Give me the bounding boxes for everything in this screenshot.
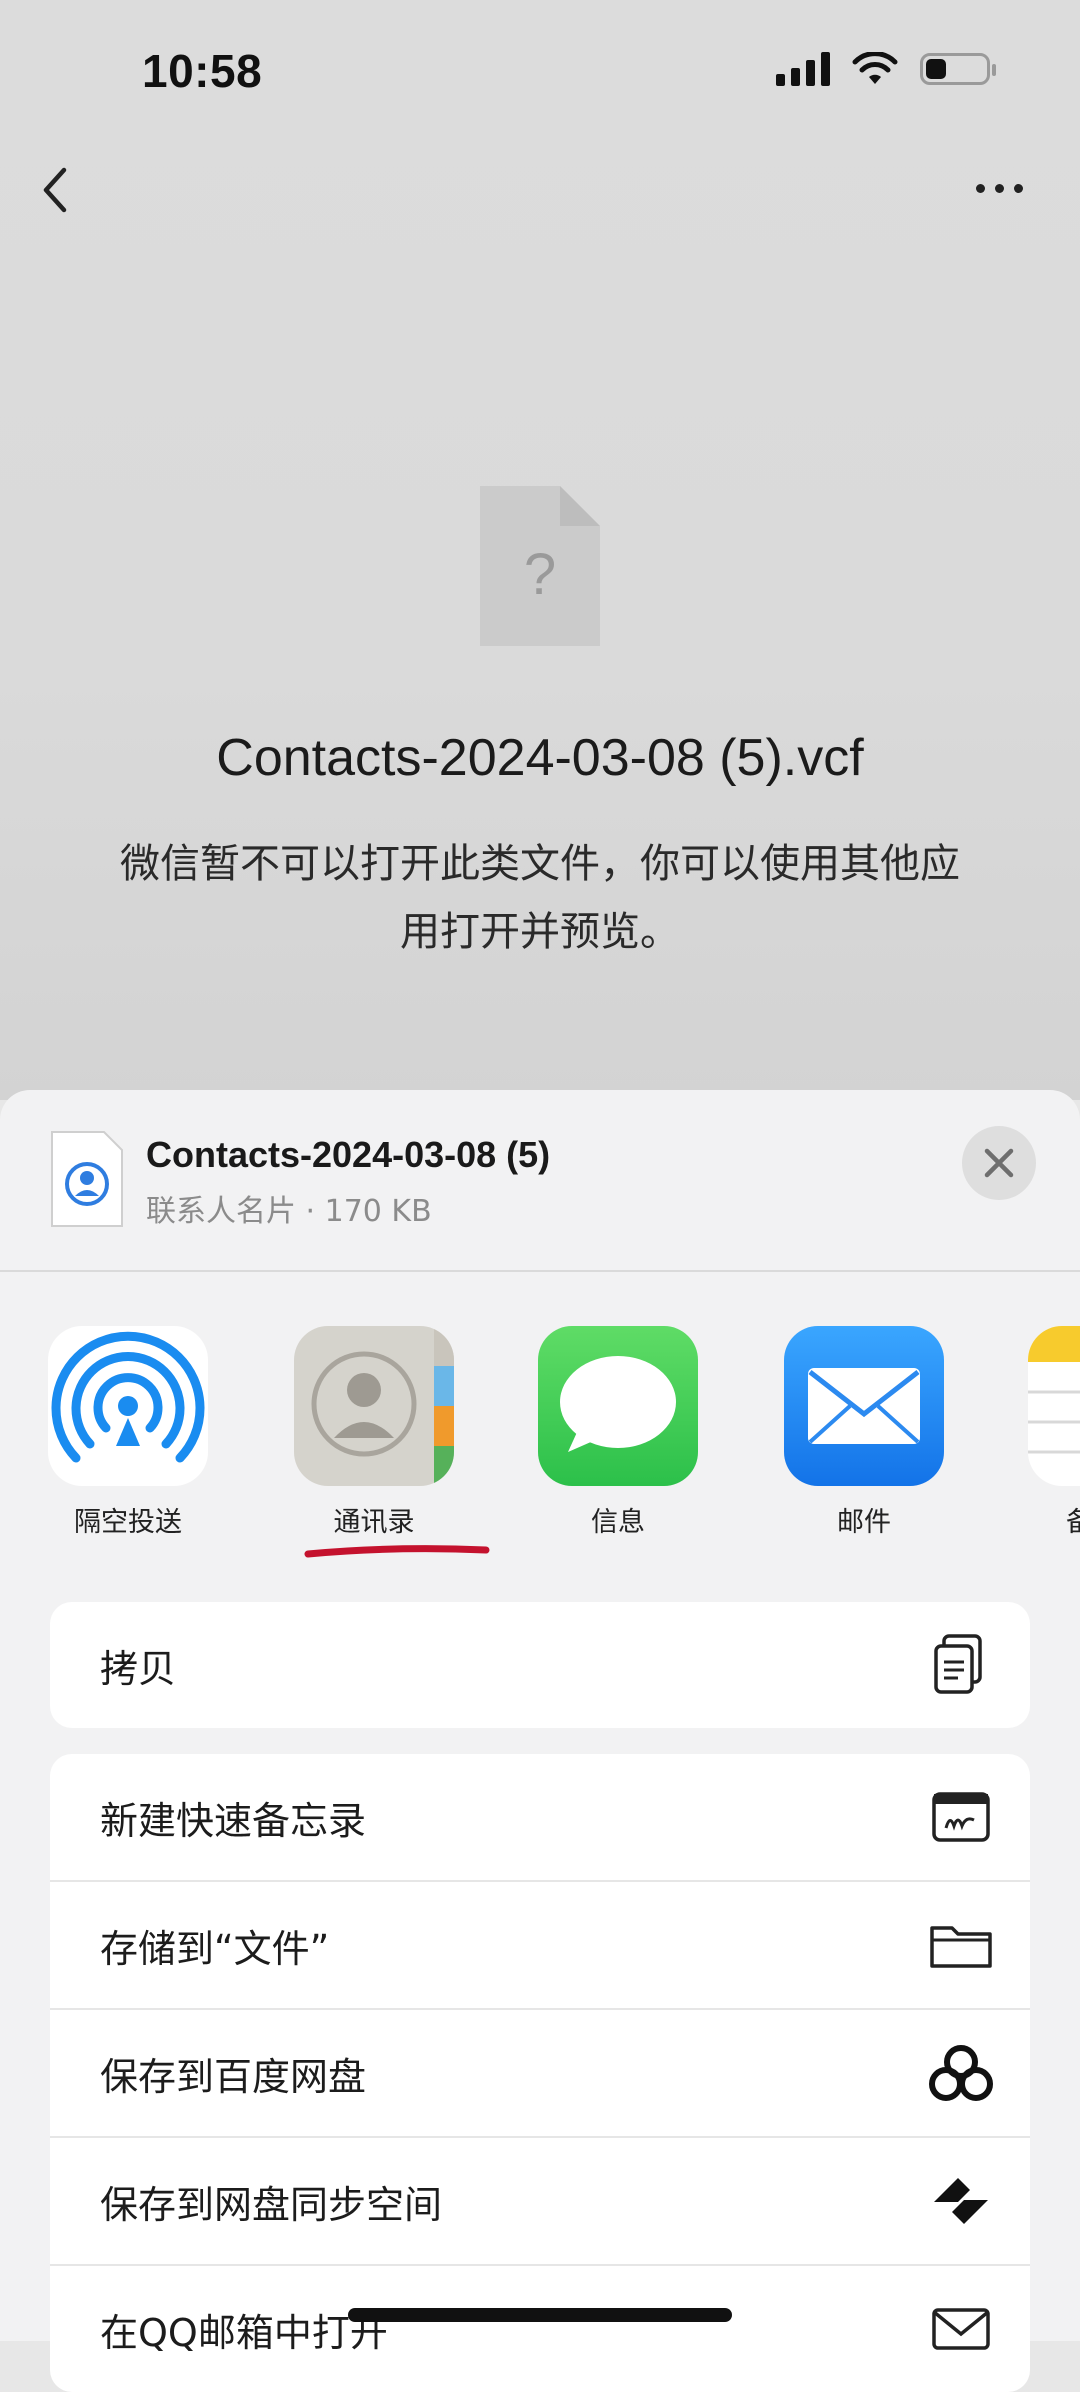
action-group-copy: 拷贝 xyxy=(50,1602,1030,1728)
wifi-icon xyxy=(852,52,898,84)
share-file-name: Contacts-2024-03-08 (5) xyxy=(146,1134,551,1175)
action-copy[interactable]: 拷贝 xyxy=(50,1602,1030,1728)
action-label: 拷贝 xyxy=(100,1647,177,1691)
action-quick-note[interactable]: 新建快速备忘录 xyxy=(50,1754,1030,1882)
app-label: 通讯录 xyxy=(333,1507,415,1538)
unknown-file-glyph: ? xyxy=(524,542,556,607)
share-sheet: Contacts-2024-03-08 (5) 联系人名片 · 170 KB 隔… xyxy=(0,1090,1080,2392)
app-notes[interactable]: 备 xyxy=(1028,1326,1080,1539)
mail-icon xyxy=(784,1326,944,1486)
close-icon xyxy=(984,1148,1014,1178)
action-label: 保存到网盘同步空间 xyxy=(100,2183,443,2227)
quick-note-icon xyxy=(932,1792,990,1842)
messages-icon xyxy=(538,1326,698,1486)
action-group-main: 新建快速备忘录 存储到“文件” 保存到百度网盘 保存到网盘同步空间 在QQ邮箱中… xyxy=(50,1754,1030,2392)
action-open-qq-mail[interactable]: 在QQ邮箱中打开 xyxy=(50,2266,1030,2392)
action-save-baidu[interactable]: 保存到百度网盘 xyxy=(50,2010,1030,2138)
more-options-icon[interactable] xyxy=(976,168,1036,208)
notes-icon xyxy=(1028,1326,1080,1486)
action-label: 在QQ邮箱中打开 xyxy=(100,2311,388,2355)
app-messages[interactable]: 信息 xyxy=(538,1326,698,1539)
red-underline-annotation xyxy=(304,1545,490,1558)
baidu-netdisk-icon xyxy=(929,2045,993,2101)
back-chevron-icon[interactable] xyxy=(36,160,76,220)
app-label: 邮件 xyxy=(837,1507,891,1538)
app-mail[interactable]: 邮件 xyxy=(784,1326,944,1539)
battery-icon xyxy=(920,53,996,85)
folder-icon xyxy=(930,1926,992,1968)
envelope-icon xyxy=(932,2308,990,2350)
sync-space-icon xyxy=(934,2178,988,2224)
contacts-icon xyxy=(294,1326,454,1486)
action-label: 保存到百度网盘 xyxy=(100,2055,367,2099)
app-label: 隔空投送 xyxy=(74,1507,182,1538)
status-time: 10:58 xyxy=(142,45,263,97)
app-contacts[interactable]: 通讯录 xyxy=(294,1326,454,1539)
app-label: 信息 xyxy=(591,1507,645,1538)
app-airdrop[interactable]: 隔空投送 xyxy=(48,1326,208,1539)
share-file-meta: 联系人名片 · 170 KB xyxy=(146,1194,432,1229)
share-app-row: 隔空投送 通讯录 信息 邮件 备 xyxy=(0,1326,1080,1586)
status-icons xyxy=(776,52,996,86)
unsupported-message: 微信暂不可以打开此类文件，你可以使用其他应用打开并预览。 xyxy=(120,841,960,955)
action-label: 新建快速备忘录 xyxy=(100,1799,367,1843)
airdrop-icon xyxy=(48,1326,208,1486)
unknown-file-icon: ? xyxy=(480,486,600,646)
contact-card-file-icon xyxy=(51,1131,123,1227)
action-save-to-files[interactable]: 存储到“文件” xyxy=(50,1882,1030,2010)
home-indicator[interactable] xyxy=(348,2308,732,2322)
file-title: Contacts-2024-03-08 (5).vcf xyxy=(216,729,864,787)
copy-icon xyxy=(934,1634,982,1694)
app-label: 备 xyxy=(1066,1507,1080,1538)
share-sheet-header: Contacts-2024-03-08 (5) 联系人名片 · 170 KB xyxy=(0,1090,1080,1272)
action-save-sync-space[interactable]: 保存到网盘同步空间 xyxy=(50,2138,1030,2266)
action-label: 存储到“文件” xyxy=(100,1927,330,1971)
close-button[interactable] xyxy=(962,1126,1036,1200)
cellular-signal-icon xyxy=(776,52,830,86)
